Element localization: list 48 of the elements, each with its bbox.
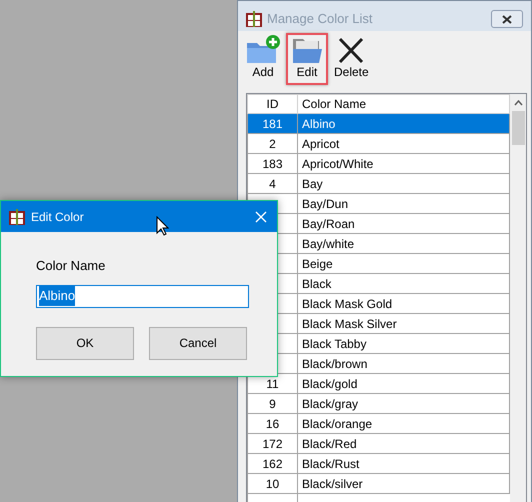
toolbar-button[interactable]: Delete [330, 33, 373, 85]
field-label: Color Name [36, 257, 106, 275]
toolbar-button[interactable]: Edit [286, 33, 328, 85]
table-cell: 172 [248, 434, 298, 454]
table-cell: 4 [248, 174, 298, 194]
table-cell: 181 [248, 114, 298, 134]
table-cell: 10 [248, 474, 298, 494]
table-cell: Black/Red [298, 434, 510, 454]
table-cell: Bay/white [298, 234, 510, 254]
close-icon [502, 14, 512, 24]
table-cell: Apricot/White [298, 154, 510, 174]
table-cell: Black/gray [298, 394, 510, 414]
table-cell: Black Mask Gold [298, 294, 510, 314]
scrollbar-thumb[interactable] [512, 111, 524, 145]
table-cell: 183 [248, 154, 298, 174]
table-cell: 9 [248, 394, 298, 414]
close-button[interactable] [491, 10, 523, 28]
table-cell: 2 [248, 134, 298, 154]
table-cell: 16 [248, 414, 298, 434]
ok-button[interactable]: OK [36, 326, 134, 360]
dialog-title: Edit Color [31, 208, 84, 226]
cancel-button[interactable]: Cancel [149, 326, 247, 360]
table-cell: Black Tabby [298, 334, 510, 354]
toolbar-button[interactable]: Add [242, 33, 284, 85]
table-cell: Bay [298, 174, 510, 194]
table-cell: Albino [298, 114, 510, 134]
table-cell: Black [298, 274, 510, 294]
app-icon [9, 208, 25, 224]
folder-add-icon [246, 35, 280, 65]
table-cell: Bay/Dun [298, 194, 510, 214]
mouse-pointer-icon [156, 216, 169, 236]
table-cell: Apricot [298, 134, 510, 154]
scroll-up-icon [514, 100, 522, 106]
app-icon [246, 11, 262, 27]
table-cell: Black/silver [298, 474, 510, 494]
table-cell: Black/gold [298, 374, 510, 394]
table-cell: Beige [298, 254, 510, 274]
table-cell: 162 [248, 454, 298, 474]
close-icon [255, 210, 267, 222]
table-cell: Bay/Roan [298, 214, 510, 234]
window-title: Manage Color List [267, 10, 372, 28]
column-header[interactable]: ID [248, 94, 298, 114]
table-cell: Black/Rust [298, 454, 510, 474]
input-field[interactable]: Albino [36, 284, 249, 308]
column-header[interactable]: Color Name [298, 94, 510, 114]
table-cell: Black/brown [298, 354, 510, 374]
table-cell: Black/orange [298, 414, 510, 434]
table-cell: Black Mask Silver [298, 314, 510, 334]
